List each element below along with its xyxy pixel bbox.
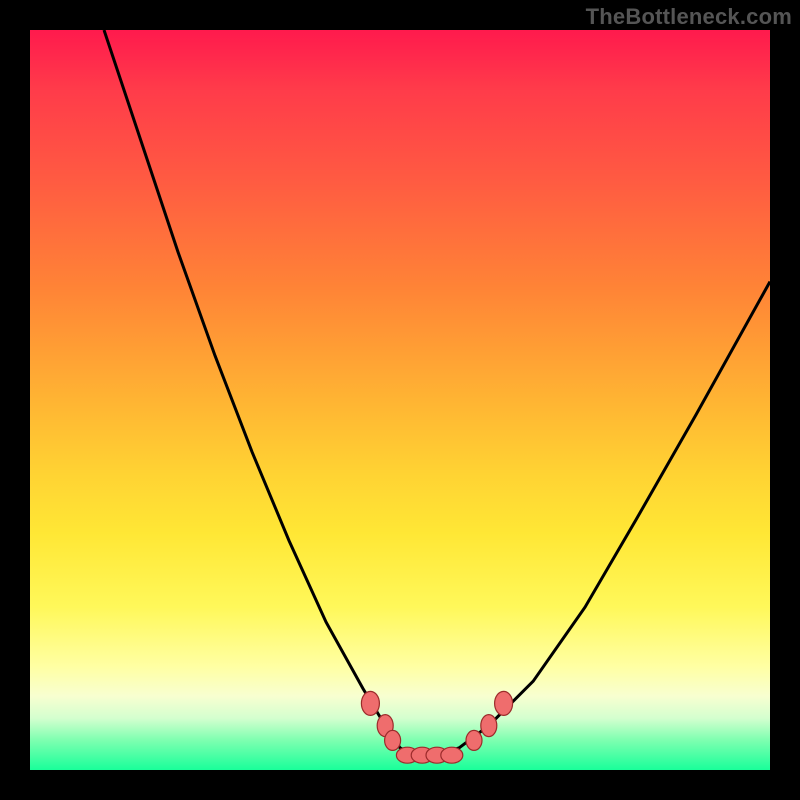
curve-layer — [30, 30, 770, 770]
valley-markers — [361, 691, 512, 763]
marker-right-mid — [481, 715, 497, 737]
marker-floor-4 — [441, 747, 463, 763]
marker-right-upper — [495, 691, 513, 715]
attribution-label: TheBottleneck.com — [586, 4, 792, 30]
plot-area — [30, 30, 770, 770]
marker-right-lower — [466, 730, 482, 750]
marker-left-lower — [385, 730, 401, 750]
chart-frame: TheBottleneck.com — [0, 0, 800, 800]
bottleneck-curve — [104, 30, 770, 755]
marker-left-upper — [361, 691, 379, 715]
